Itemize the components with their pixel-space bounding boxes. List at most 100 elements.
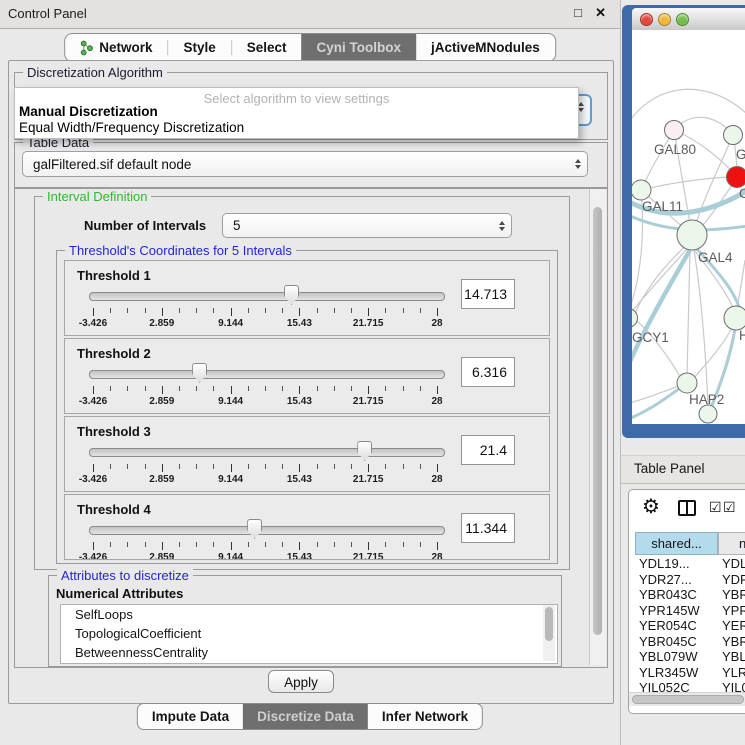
slider-track[interactable] [89,370,445,379]
cell-name: YLR3 [722,665,745,680]
combo-spinner-icon [575,159,581,169]
tab-network[interactable]: Network [65,34,167,61]
settings-vertical-scrollbar[interactable] [589,189,606,665]
slider-tick [179,464,180,469]
cell-name: YBR0 [722,587,745,602]
threshold-value-field[interactable]: 6.316 [461,357,515,387]
slider-tick [351,542,352,547]
attribute-item-selfloops[interactable]: SelfLoops [61,605,557,624]
slider-tick [162,464,163,472]
algorithm-option-manual-discretization[interactable]: Manual Discretization [19,104,158,119]
slider-tick [334,386,335,391]
network-node-gal11[interactable] [632,180,651,200]
slider-track[interactable] [89,292,445,301]
network-canvas[interactable]: GAL80GCGAL11GAL4GCY1HHAP2 [632,30,745,424]
slider-tick-label: 21.715 [353,552,384,560]
threshold-value-field[interactable]: 11.344 [461,513,515,543]
float-window-icon[interactable]: □ [574,5,582,20]
scrollbar-thumb[interactable] [593,207,602,635]
slider-tick [196,542,197,547]
network-node-c[interactable] [727,167,745,188]
slider-thumb[interactable] [284,285,299,305]
slider-tick [248,464,249,469]
attributes-scrollbar[interactable] [543,605,555,661]
table-row[interactable]: YER054CYER0 [629,618,745,634]
table-row[interactable]: YDL19...YDL1 [629,556,745,572]
tab-jactivemnodules[interactable]: jActiveMNodules [416,34,555,61]
column-header-name[interactable]: n [718,532,745,555]
network-node-gcy1[interactable] [632,309,638,328]
bottom-tab-infer-network[interactable]: Infer Network [368,704,482,729]
slider-tick-label: 15.43 [287,552,312,560]
slider-thumb[interactable] [357,441,372,461]
slider-tick-label: -3.426 [79,474,107,485]
network-node-h[interactable] [724,306,745,330]
attribute-item-betweennesscentrality[interactable]: BetweennessCentrality [61,643,557,662]
slider-thumb[interactable] [192,363,207,383]
split-view-icon[interactable] [678,500,696,516]
network-node-hap2[interactable] [677,373,697,393]
mac-close-light[interactable] [640,13,653,26]
table-horizontal-scrollbar[interactable] [629,692,745,706]
control-panel-titlebar: Control Panel □ ✕ [0,0,620,29]
scrollbar-thumb[interactable] [545,607,553,641]
slider-tick [282,542,283,547]
slider-tick [317,464,318,469]
bottom-tab-impute-data[interactable]: Impute Data [138,704,243,729]
close-icon[interactable]: ✕ [595,5,606,21]
table-row[interactable]: YIL052CYIL0 [629,680,745,692]
threshold-value-field[interactable]: 21.4 [461,435,515,465]
table-row[interactable]: YBR045CYBR0 [629,634,745,650]
slider-tick [351,386,352,391]
attribute-item-topologicalcoefficient[interactable]: TopologicalCoefficient [61,624,557,643]
slider-tick-label: 2.859 [149,396,174,407]
network-node-gal80[interactable] [665,121,684,140]
table-row[interactable]: YLR345WYLR3 [629,665,745,681]
apply-button[interactable]: Apply [268,670,334,693]
mac-minimize-light[interactable] [658,13,671,26]
table-row[interactable]: YPR145WYPR1 [629,603,745,619]
network-window-titlebar[interactable] [632,8,745,31]
tab-bar: Network Style SelectCyni ToolboxjActiveMNo… [64,33,556,62]
table-panel-titlebar: Table Panel [621,455,745,484]
tab-label: Style [183,40,215,55]
checkbox-checked-icon[interactable]: ☑ [709,499,722,516]
combo-spinner-icon [499,221,505,231]
table-row[interactable]: YBR043CYBR0 [629,587,745,603]
slider-tick-label: 28 [431,396,442,407]
bottom-tab-discretize-data[interactable]: Discretize Data [243,704,368,729]
network-node-g[interactable] [724,126,743,145]
slider-tick [93,386,94,394]
threshold-label: Threshold 4 [77,502,151,517]
scrollbar-thumb[interactable] [632,695,744,704]
threshold-value-field[interactable]: 14.713 [461,279,515,309]
tab-style[interactable]: Style [168,34,230,61]
num-intervals-combo[interactable]: 5 [222,213,512,238]
gear-icon[interactable]: ⚙ [642,496,660,518]
checkbox-checked-icon[interactable]: ☑ [723,499,736,516]
slider-tick [385,542,386,547]
mac-zoom-light[interactable] [676,13,689,26]
slider-thumb[interactable] [247,519,262,539]
table-header: shared... n [629,532,745,556]
tab-select[interactable]: Select [232,34,302,61]
slider-tick [368,542,369,550]
network-node-gal4[interactable] [677,220,707,250]
network-node-label-hap2: HAP2 [689,392,724,407]
slider-tick [420,386,421,391]
slider-tick [420,308,421,313]
algorithm-option-equal-width-frequency-discretization[interactable]: Equal Width/Frequency Discretization [19,120,244,135]
slider-track[interactable] [89,448,445,457]
table-row[interactable]: YDR27...YDR2 [629,572,745,588]
column-header-shared[interactable]: shared... [635,532,718,555]
slider-tick [403,464,404,469]
network-node-partial[interactable] [699,405,717,423]
slider-tick-label: 9.144 [218,318,243,329]
cell-shared-name: YER054C [639,618,697,633]
slider-track[interactable] [89,526,445,535]
tab-cyni-toolbox[interactable]: Cyni Toolbox [302,34,417,61]
table-data-combo[interactable]: galFiltered.sif default node [22,151,588,177]
slider-tick [385,308,386,313]
table-row[interactable]: YBL079WYBL0 [629,649,745,665]
slider-tick [317,386,318,391]
